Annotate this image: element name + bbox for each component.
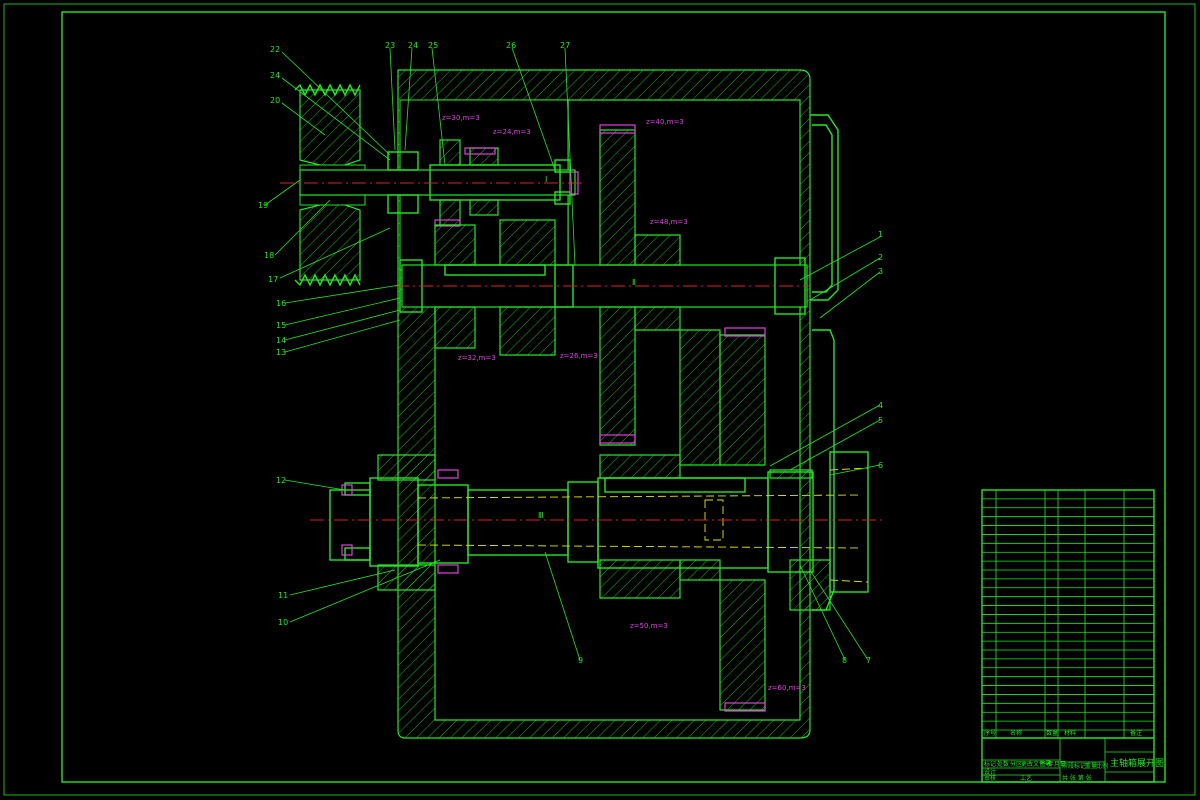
svg-text:5: 5	[878, 416, 883, 425]
shaft-label-three: Ⅲ	[538, 511, 544, 520]
svg-text:z=30,m=3: z=30,m=3	[442, 114, 480, 122]
svg-text:15: 15	[276, 321, 286, 330]
svg-text:18: 18	[264, 251, 274, 260]
svg-text:4: 4	[878, 401, 883, 410]
svg-text:13: 13	[276, 348, 286, 357]
bom-header-material: 材料	[1064, 729, 1076, 737]
svg-text:10: 10	[278, 618, 288, 627]
svg-text:z=40,m=3: z=40,m=3	[646, 118, 684, 126]
sign-row-count: 处数	[997, 760, 1009, 768]
svg-text:23: 23	[385, 41, 395, 50]
part-numbers-left: 22 24 20 19 18 17 16 15 14 13 12 11 10	[258, 45, 288, 627]
svg-text:20: 20	[270, 96, 280, 105]
bom-header-index: 序号	[984, 729, 996, 737]
svg-text:24: 24	[408, 41, 418, 50]
svg-text:1: 1	[878, 230, 883, 239]
title-block: 序号 名称 数量 材料 备注 标记 处数 分区 更改文件号 签名 年月日 设计 …	[981, 489, 1164, 783]
svg-text:z=26,m=3: z=26,m=3	[560, 352, 598, 360]
bom-header-name: 名称	[1010, 729, 1022, 737]
svg-text:17: 17	[268, 275, 278, 284]
svg-text:14: 14	[276, 336, 286, 345]
svg-text:z=48,m=3: z=48,m=3	[650, 218, 688, 226]
svg-text:z=60,m=3: z=60,m=3	[768, 684, 806, 692]
svg-text:25: 25	[428, 41, 438, 50]
svg-text:27: 27	[560, 41, 570, 50]
bom-header-remark: 备注	[1130, 729, 1142, 737]
svg-text:26: 26	[506, 41, 516, 50]
svg-text:7: 7	[866, 656, 871, 665]
svg-text:22: 22	[270, 45, 280, 54]
role-process: 工艺	[1020, 774, 1032, 782]
bom-rows	[982, 498, 1154, 731]
stage-scale: 比例	[1096, 762, 1108, 770]
svg-text:3: 3	[878, 267, 883, 276]
svg-text:9: 9	[578, 656, 583, 665]
svg-text:11: 11	[278, 591, 288, 600]
shaft-label-one: Ⅰ	[545, 175, 547, 184]
stage-mark: 阶段标记	[1062, 762, 1086, 770]
right-cover	[810, 114, 869, 611]
sign-row-mark: 标记	[984, 760, 996, 768]
svg-text:z=32,m=3: z=32,m=3	[458, 354, 496, 362]
shaft-label-two: Ⅱ	[632, 278, 636, 287]
svg-text:8: 8	[842, 656, 847, 665]
part-numbers-top: 23 24 25 26 27	[385, 41, 570, 50]
svg-text:6: 6	[878, 461, 883, 470]
svg-text:12: 12	[276, 476, 286, 485]
drawing-name: 主轴箱展开图	[1110, 757, 1164, 769]
svg-text:16: 16	[276, 299, 286, 308]
cad-drawing: 22 24 20 19 18 17 16 15 14 13 12 11 10 2…	[3, 3, 1196, 796]
svg-text:19: 19	[258, 201, 268, 210]
svg-text:24: 24	[270, 71, 280, 80]
sheet-count: 共 张 第 张	[1062, 774, 1092, 782]
svg-text:2: 2	[878, 253, 883, 262]
role-review: 审核	[984, 774, 996, 782]
svg-text:z=50,m=3: z=50,m=3	[630, 622, 668, 630]
bom-header-qty: 数量	[1046, 729, 1058, 737]
svg-text:z=24,m=3: z=24,m=3	[493, 128, 531, 136]
